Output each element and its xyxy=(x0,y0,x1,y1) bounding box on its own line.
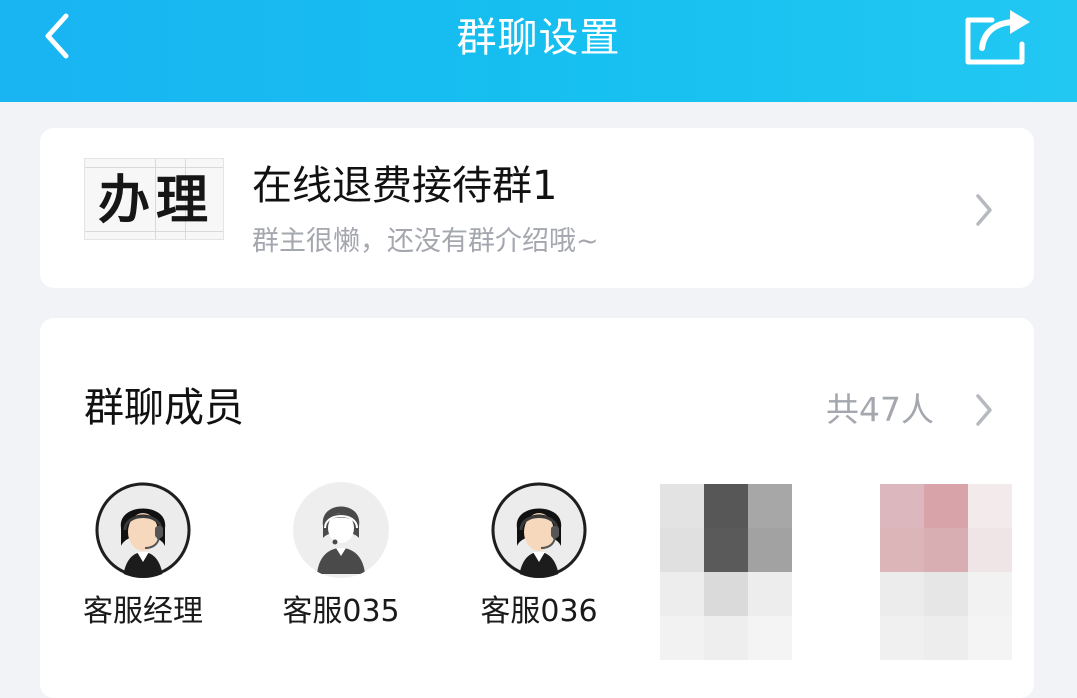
chevron-right-icon[interactable] xyxy=(972,390,996,430)
member-item[interactable]: 客服035 xyxy=(246,482,436,634)
page-title: 群聊设置 xyxy=(456,15,621,61)
headset-agent-avatar-icon xyxy=(491,482,587,578)
share-button[interactable] xyxy=(958,6,1034,68)
member-name: 客服经理 xyxy=(83,594,203,629)
group-name: 在线退费接待群1 xyxy=(252,163,558,209)
group-info-card[interactable]: 办理 在线退费接待群1 群主很懒，还没有群介绍哦~ xyxy=(40,128,1034,288)
blurred-member-avatar[interactable] xyxy=(880,484,1012,660)
top-bar: 群聊设置 xyxy=(0,0,1077,102)
avatar-grid-line xyxy=(85,167,223,168)
members-count[interactable]: 共47人 xyxy=(826,386,934,434)
member-item[interactable]: 客服经理 xyxy=(48,482,238,634)
group-avatar: 办理 xyxy=(84,158,224,240)
group-intro: 群主很懒，还没有群介绍哦~ xyxy=(252,226,599,257)
avatar-grid-line xyxy=(85,231,223,232)
headset-agent-avatar-icon xyxy=(95,482,191,578)
share-icon xyxy=(965,10,1030,65)
member-name: 客服036 xyxy=(480,594,598,629)
blurred-member-avatar[interactable] xyxy=(660,484,792,660)
group-members-card: 群聊成员 共47人 客服经理 客服035 客服036 xyxy=(40,318,1034,698)
chevron-right-icon xyxy=(976,194,992,226)
member-item[interactable]: 客服036 xyxy=(444,482,634,634)
members-section-title: 群聊成员 xyxy=(84,385,244,431)
member-name: 客服035 xyxy=(282,594,400,629)
default-agent-avatar-icon xyxy=(293,482,389,578)
group-avatar-text: 办理 xyxy=(97,170,214,231)
